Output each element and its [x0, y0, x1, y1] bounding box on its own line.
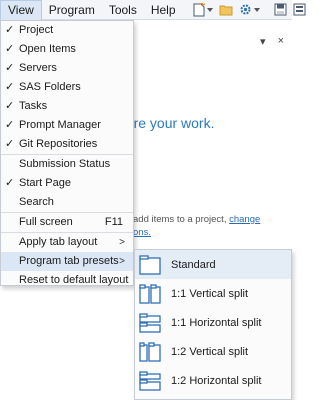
- submenu-item-1-2-horizontal[interactable]: 1:2 Horizontal split: [135, 366, 291, 395]
- vertical-split-1-1-icon: [139, 283, 161, 304]
- standard-layout-icon: [139, 254, 161, 275]
- check-icon: ✓: [5, 138, 15, 150]
- change-link[interactable]: change: [229, 214, 260, 225]
- submenu-item-label: 1:2 Horizontal split: [171, 374, 262, 387]
- menubar: View Program Tools Help: [0, 0, 306, 20]
- menu-item-tasks[interactable]: ✓ Tasks: [1, 97, 133, 116]
- save-button[interactable]: [272, 2, 289, 18]
- check-icon: ✓: [5, 177, 15, 189]
- submenu-item-label: 1:1 Horizontal split: [171, 316, 262, 329]
- submenu-item-label: Standard: [171, 258, 216, 271]
- save-all-button[interactable]: [291, 2, 308, 18]
- horizontal-split-1-2-icon: [139, 370, 161, 391]
- panel-menu-icon[interactable]: ▾: [260, 35, 266, 48]
- check-icon: ✓: [5, 100, 15, 112]
- settings-button[interactable]: [237, 2, 262, 18]
- new-button[interactable]: [191, 2, 215, 18]
- settings-gear-icon: [240, 4, 251, 15]
- save-all-icon: [293, 3, 306, 16]
- menu-item-program-tab-presets[interactable]: Program tab presets >: [1, 252, 133, 271]
- menu-item-open-items[interactable]: ✓ Open Items: [1, 40, 133, 59]
- menu-item-label: Search: [19, 196, 54, 208]
- menu-view[interactable]: View: [0, 0, 42, 20]
- close-icon[interactable]: ×: [278, 35, 284, 48]
- chevron-down-icon: [253, 7, 260, 12]
- menu-item-reset-layout[interactable]: Reset to default layout: [1, 271, 133, 290]
- shortcut-label: F11: [104, 216, 123, 228]
- menu-item-label: SAS Folders: [19, 81, 81, 93]
- menu-item-label: Servers: [19, 62, 57, 74]
- check-icon: ✓: [5, 24, 15, 36]
- submenu-item-1-2-vertical[interactable]: 1:2 Vertical split: [135, 337, 291, 366]
- menu-item-search[interactable]: Search: [1, 193, 133, 212]
- save-icon: [274, 3, 287, 16]
- menu-item-apply-tab-layout[interactable]: Apply tab layout >: [1, 233, 133, 252]
- menu-item-label: Submission Status: [19, 158, 111, 170]
- menu-item-sas-folders[interactable]: ✓ SAS Folders: [1, 78, 133, 97]
- horizontal-split-1-1-icon: [139, 312, 161, 333]
- open-folder-icon: [219, 5, 233, 15]
- submenu-item-1-1-horizontal[interactable]: 1:1 Horizontal split: [135, 308, 291, 337]
- view-menu: ✓ Project ✓ Open Items ✓ Servers ✓ SAS Folde…: [0, 20, 134, 286]
- check-icon: ✓: [5, 62, 15, 74]
- menu-item-label: Apply tab layout: [19, 236, 98, 248]
- menu-item-label: Start Page: [19, 177, 71, 189]
- menu-item-project[interactable]: ✓ Project: [1, 21, 133, 40]
- menu-item-full-screen[interactable]: Full screen F11: [1, 213, 133, 232]
- check-icon: ✓: [5, 119, 15, 131]
- new-icon: [193, 2, 205, 16]
- submenu-item-1-1-vertical[interactable]: 1:1 Vertical split: [135, 279, 291, 308]
- check-icon: ✓: [5, 81, 15, 93]
- menu-item-label: Reset to default layout: [19, 274, 129, 286]
- menu-item-label: Git Repositories: [19, 138, 98, 150]
- menu-tools[interactable]: Tools: [102, 0, 144, 20]
- menu-item-start-page[interactable]: ✓ Start Page: [1, 174, 133, 193]
- menu-item-label: Program tab presets: [19, 255, 119, 267]
- menu-item-label: Full screen: [19, 216, 73, 228]
- welcome-hint-text: add items to a project,: [133, 214, 227, 225]
- menu-item-servers[interactable]: ✓ Servers: [1, 59, 133, 78]
- welcome-hint: add items to a project, change: [133, 214, 260, 225]
- menu-item-label: Project: [19, 24, 54, 36]
- open-button[interactable]: [217, 2, 235, 18]
- vertical-split-1-2-icon: [139, 341, 161, 362]
- chevron-right-icon: >: [119, 256, 125, 267]
- submenu-item-label: 1:1 Vertical split: [171, 287, 249, 300]
- menu-item-git-repositories[interactable]: ✓ Git Repositories: [1, 135, 133, 154]
- menu-item-label: Prompt Manager: [19, 119, 101, 131]
- program-tab-presets-submenu: Standard 1:1 Vertical split 1:1 Horizont…: [134, 249, 292, 400]
- panel-header-icons: ▾ ×: [260, 35, 284, 48]
- menu-program[interactable]: Program: [42, 0, 102, 20]
- check-icon: ✓: [5, 43, 15, 55]
- menu-item-submission-status[interactable]: Submission Status: [1, 155, 133, 174]
- menu-item-label: Tasks: [19, 100, 48, 112]
- menu-item-label: Open Items: [19, 43, 76, 55]
- submenu-item-label: 1:2 Vertical split: [171, 345, 249, 358]
- submenu-item-standard[interactable]: Standard: [135, 250, 291, 279]
- chevron-right-icon: >: [119, 237, 125, 248]
- options-link[interactable]: ons.: [133, 227, 151, 238]
- menu-help[interactable]: Help: [144, 0, 183, 20]
- menu-item-prompt-manager[interactable]: ✓ Prompt Manager: [1, 116, 133, 135]
- chevron-down-icon: [206, 7, 213, 12]
